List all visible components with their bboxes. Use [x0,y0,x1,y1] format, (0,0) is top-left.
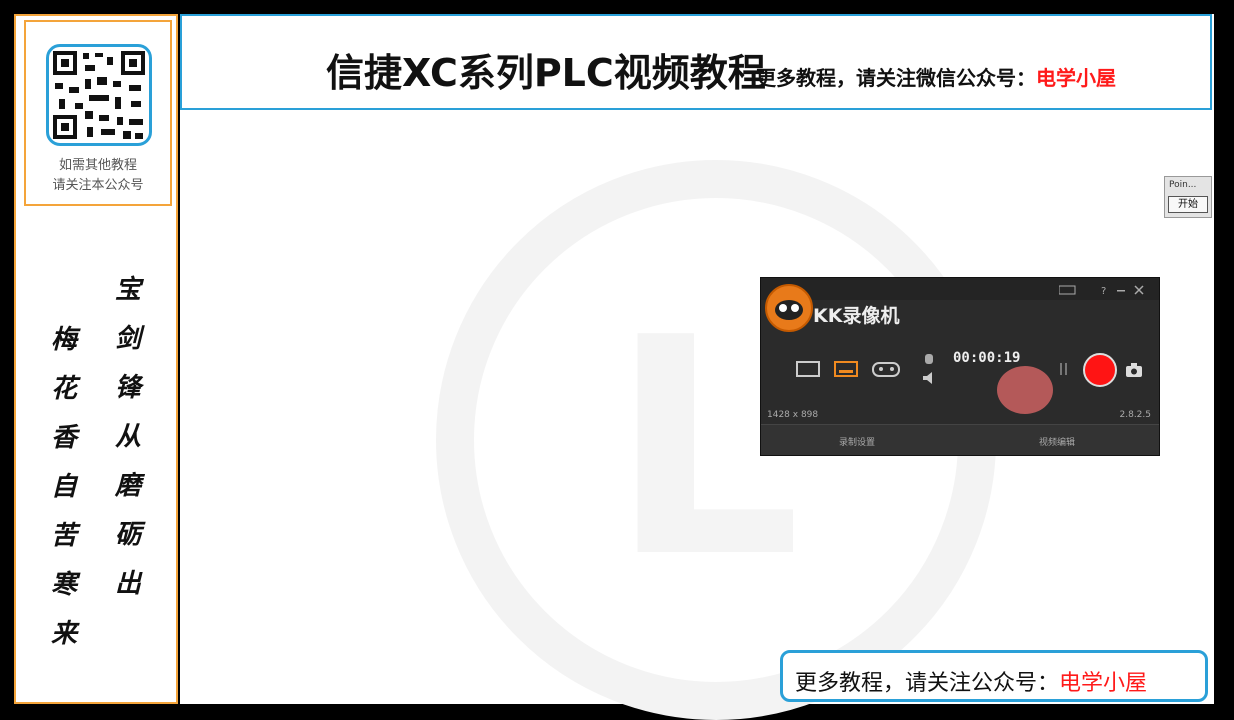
version-label: 2.8.2.5 [1119,410,1152,420]
poem-char: 从 [114,422,141,452]
kk-bottom-bar: 录制设置 视频编辑 [761,424,1159,455]
poem-char: 苦 [50,521,77,551]
poem-char: 自 [50,472,77,502]
kk-app-name: KK录像机 [813,305,900,327]
resolution-label: 1428 x 898 [767,410,819,420]
footer-text: 更多教程，请关注公众号：电学小屋 [795,665,1147,697]
header-banner: 信捷XC系列PLC视频教程 更多教程，请关注微信公众号：电学小屋 [180,14,1212,110]
poem-right-column: 宝 剑 锋 从 磨 砺 出 [108,266,148,609]
microphone-icon [925,354,933,364]
poem-char: 砺 [114,520,141,550]
game-mode-icon [872,362,900,377]
footer-prefix: 更多教程，请关注公众号： [795,671,1060,696]
footer-highlight: 电学小屋 [1059,671,1148,696]
close-icon [1134,285,1144,295]
subtitle-highlight: 电学小屋 [1036,66,1116,90]
qr-code-icon [46,44,152,146]
video-edit-link[interactable]: 视频编辑 [1039,435,1075,448]
elapsed-time: 00:00:19 [953,350,1021,366]
main-canvas: L 信捷XC系列PLC视频教程 更多教程，请关注微信公众号：电学小屋 Poin.… [180,14,1214,720]
help-icon: ? [1101,286,1106,296]
poem-char: 香 [50,423,77,453]
camera-icon [1126,363,1142,377]
pause-icon [1060,363,1067,375]
settings-icon [1059,285,1076,295]
poem-char: 锋 [114,373,141,403]
poem-char: 宝 [114,275,141,305]
header-subtitle: 更多教程，请关注微信公众号：电学小屋 [756,62,1116,91]
point-widget: Poin... 开始 [1164,176,1212,218]
qr-code-box: 如需其他教程 请关注本公众号 [24,20,172,206]
kk-titlebar[interactable]: ? [761,278,1159,300]
speaker-icon [923,372,932,384]
qr-caption-line1: 如需其他教程 [58,158,137,173]
point-widget-title: Poin... [1169,180,1197,190]
screen-mode-icon [796,361,820,377]
subtitle-prefix: 更多教程，请关注微信公众号： [756,66,1036,90]
poem-char: 来 [50,619,77,649]
poem-char: 梅 [50,325,77,355]
record-settings-link[interactable]: 录制设置 [839,435,875,448]
left-sidebar: 如需其他教程 请关注本公众号 宝 剑 锋 从 磨 砺 出 梅 花 香 自 苦 寒… [14,14,178,704]
poem-char: 出 [114,569,141,599]
minimize-icon [1117,290,1125,292]
kk-logo-icon [765,284,813,332]
record-button[interactable] [1083,353,1117,387]
poem-char: 磨 [114,471,141,501]
kk-recorder-window[interactable]: ? KK录像机 00:00:19 1428 x 898 2.8.2.5 录制设置… [760,277,1160,456]
poem-char: 寒 [50,570,77,600]
window-mode-icon [834,361,858,377]
cursor-highlight [997,366,1053,414]
page-title: 信捷XC系列PLC视频教程 [326,51,766,95]
poem-left-column: 梅 花 香 自 苦 寒 来 [44,316,84,659]
start-button[interactable]: 开始 [1168,196,1208,213]
footer-banner: 更多教程，请关注公众号：电学小屋 [780,650,1208,702]
poem-char: 剑 [114,324,141,354]
qr-caption-line2: 请关注本公众号 [52,178,144,193]
poem-char: 花 [50,374,77,404]
